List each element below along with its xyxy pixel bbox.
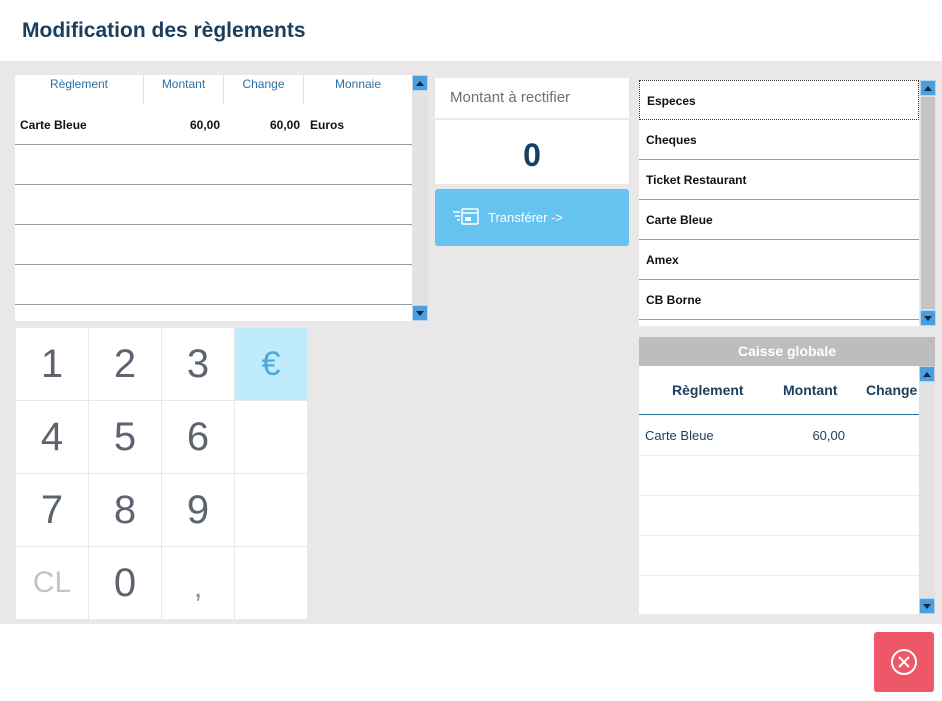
header: Modification des règlements <box>0 0 942 61</box>
payment-methods-scrollbar[interactable] <box>920 80 936 326</box>
close-button[interactable] <box>874 632 934 692</box>
table-row[interactable] <box>15 185 412 225</box>
key-9[interactable]: 9 <box>162 474 234 546</box>
table-row[interactable] <box>15 265 412 305</box>
numeric-keypad: 1 2 3 € 4 5 6 7 8 9 CL 0 , <box>16 328 308 620</box>
key-blank[interactable] <box>235 547 307 619</box>
scroll-down-button[interactable] <box>919 598 935 614</box>
scroll-up-button[interactable] <box>919 366 935 382</box>
column-header-reglement[interactable]: Règlement <box>672 366 744 415</box>
transfer-button-label: Transférer -> <box>488 210 564 225</box>
key-euro[interactable]: € <box>235 328 307 400</box>
payment-method-cb-borne[interactable]: CB Borne <box>639 280 919 320</box>
column-header-montant[interactable]: Montant <box>144 75 224 105</box>
cell-montant: 60,00 <box>812 428 845 443</box>
cell-reglement: Carte Bleue <box>645 428 714 443</box>
table-row[interactable]: Carte Bleue 60,00 <box>639 416 919 456</box>
close-circle-icon <box>891 649 917 675</box>
key-blank[interactable] <box>235 474 307 546</box>
column-header-reglement[interactable]: Règlement <box>15 75 144 105</box>
key-5[interactable]: 5 <box>89 401 161 473</box>
key-7[interactable]: 7 <box>16 474 88 546</box>
transfer-button[interactable]: Transférer -> <box>435 189 629 246</box>
table-row[interactable] <box>639 576 919 614</box>
cell-monnaie: Euros <box>310 118 345 132</box>
table-row[interactable] <box>15 145 412 185</box>
key-comma[interactable]: , <box>162 547 234 619</box>
payments-table: Règlement Montant Change Monnaie Carte B… <box>15 75 412 321</box>
key-4[interactable]: 4 <box>16 401 88 473</box>
caisse-globale-table: Règlement Montant Change Carte Bleue 60,… <box>639 366 919 614</box>
transfer-payment-icon <box>453 208 479 225</box>
amount-label: Montant à rectifier <box>435 78 629 118</box>
payments-table-scrollbar[interactable] <box>412 75 428 321</box>
caisse-globale-header: Règlement Montant Change <box>639 366 919 415</box>
scroll-thumb[interactable] <box>921 97 935 309</box>
payment-method-carte-bleue[interactable]: Carte Bleue <box>639 200 919 240</box>
payment-method-ticket-restaurant[interactable]: Ticket Restaurant <box>639 160 919 200</box>
table-row[interactable] <box>639 456 919 496</box>
cell-change: 60,00 <box>269 118 300 132</box>
scroll-down-button[interactable] <box>412 305 428 321</box>
column-header-monnaie[interactable]: Monnaie <box>304 75 412 105</box>
column-header-change[interactable]: Change <box>866 366 917 415</box>
payment-methods-list: Especes Cheques Ticket Restaurant Carte … <box>639 80 919 326</box>
cell-reglement: Carte Bleue <box>20 118 87 132</box>
caisse-globale-scrollbar[interactable] <box>919 366 935 614</box>
caisse-globale-title: Caisse globale <box>639 337 935 366</box>
key-3[interactable]: 3 <box>162 328 234 400</box>
column-header-change[interactable]: Change <box>224 75 304 105</box>
table-row[interactable]: Carte Bleue 60,00 60,00 Euros <box>15 105 412 145</box>
amount-value-field[interactable]: 0 <box>435 120 629 184</box>
table-row[interactable] <box>639 536 919 576</box>
scroll-down-button[interactable] <box>920 310 936 326</box>
payment-method-cheques[interactable]: Cheques <box>639 120 919 160</box>
key-0[interactable]: 0 <box>89 547 161 619</box>
page-title: Modification des règlements <box>22 19 306 42</box>
key-1[interactable]: 1 <box>16 328 88 400</box>
key-clear[interactable]: CL <box>16 547 88 619</box>
table-row[interactable] <box>15 225 412 265</box>
key-blank[interactable] <box>235 401 307 473</box>
page: Modification des règlements Règlement Mo… <box>0 0 942 701</box>
key-6[interactable]: 6 <box>162 401 234 473</box>
payment-method-especes[interactable]: Especes <box>639 80 919 120</box>
key-8[interactable]: 8 <box>89 474 161 546</box>
main-area: Règlement Montant Change Monnaie Carte B… <box>0 61 942 624</box>
scroll-up-button[interactable] <box>920 80 936 96</box>
table-row[interactable] <box>639 496 919 536</box>
column-header-montant[interactable]: Montant <box>783 366 837 415</box>
payment-method-amex[interactable]: Amex <box>639 240 919 280</box>
payments-table-header: Règlement Montant Change Monnaie <box>15 75 412 105</box>
key-2[interactable]: 2 <box>89 328 161 400</box>
scroll-up-button[interactable] <box>412 75 428 91</box>
cell-montant: 60,00 <box>189 118 220 132</box>
